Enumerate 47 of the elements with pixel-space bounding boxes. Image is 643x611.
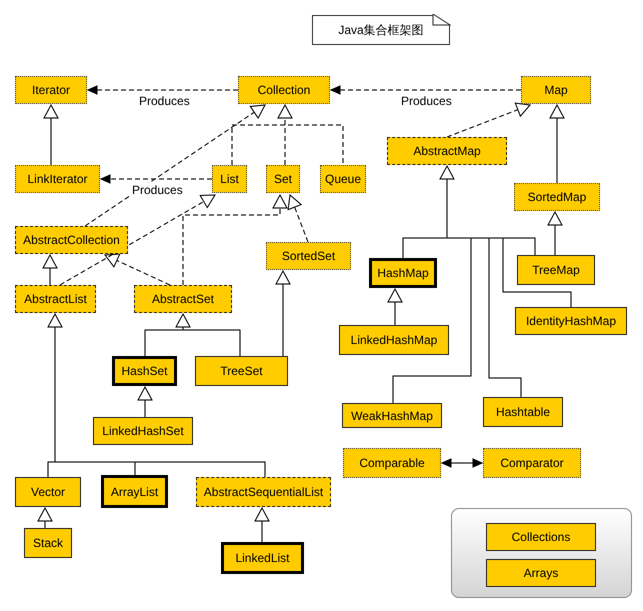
class-node: LinkedHashMap: [339, 325, 449, 355]
inheritance-arrow: [387, 288, 403, 326]
class-node: HashMap: [369, 258, 437, 288]
edge-label: Produces: [399, 94, 454, 108]
class-node: Vector: [15, 477, 81, 507]
inheritance-arrow: [175, 312, 191, 330]
class-node: Collection: [238, 76, 330, 104]
connector-line: [134, 462, 136, 476]
class-node: Map: [521, 76, 591, 104]
inheritance-arrow: [254, 506, 270, 542]
class-node: AbstractSequentialList: [196, 477, 331, 507]
class-node: List: [212, 165, 247, 193]
edge-label: Produces: [137, 94, 192, 108]
class-node: Stack: [24, 528, 72, 558]
class-node: AbstractList: [15, 285, 96, 313]
diagram-title: Java集合框架图: [312, 15, 450, 45]
class-node: Iterator: [15, 76, 87, 104]
class-node: Hashtable: [483, 397, 563, 427]
class-node: Queue: [320, 165, 366, 193]
inheritance-arrow: [37, 506, 53, 528]
inheritance-arrow: [277, 104, 293, 166]
inheritance-arrow: [547, 210, 563, 256]
double-arrow: [440, 458, 484, 468]
inheritance-arrow: [42, 254, 58, 286]
class-node: SortedSet: [266, 242, 351, 270]
class-node: TreeMap: [517, 255, 595, 285]
class-node: Comparator: [483, 448, 581, 478]
class-node: AbstractCollection: [15, 226, 128, 254]
legend-node: Collections: [486, 523, 596, 551]
class-node: HashSet: [112, 356, 177, 386]
inheritance-arrow: [43, 104, 59, 166]
edge-label: Produces: [130, 183, 185, 197]
class-node: AbstractMap: [387, 137, 507, 165]
class-node: ArrayList: [101, 475, 168, 508]
class-node: LinkedHashSet: [93, 417, 193, 445]
legend-node: Arrays: [486, 559, 596, 587]
class-node: IdentityHashMap: [515, 307, 627, 335]
class-node: TreeSet: [195, 356, 288, 386]
class-node: AbstractSet: [134, 285, 232, 313]
class-node: Comparable: [343, 448, 441, 478]
class-node: SortedMap: [514, 183, 600, 211]
folded-corner-icon: [432, 14, 451, 27]
class-node: LinkedList: [221, 542, 304, 574]
class-node: WeakHashMap: [342, 403, 442, 428]
class-node: Set: [266, 165, 300, 193]
class-node: LinkIterator: [15, 165, 100, 193]
inheritance-arrow: [137, 386, 153, 418]
